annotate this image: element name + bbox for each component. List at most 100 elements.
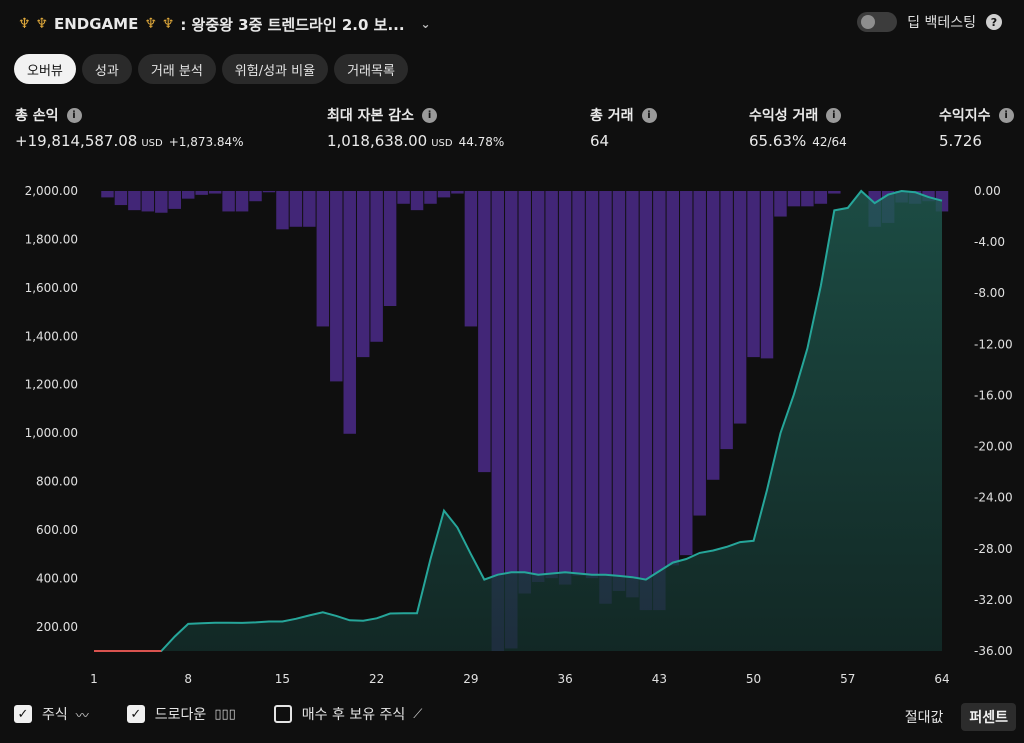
right-axis-ticks: 0.00 -4.00 -8.00 -12.00 -16.00 -20.00 -24.00 -2… xyxy=(974,184,1013,658)
right-axis-tick-label: -4.00 xyxy=(974,235,1005,249)
x-axis-tick-label: 8 xyxy=(184,672,192,686)
stat-label: 수익지수 xyxy=(939,108,991,124)
drawdown-bar xyxy=(666,191,680,566)
tab-trade-analysis[interactable]: 거래 분석 xyxy=(137,54,216,84)
toggle-drawdown[interactable]: ✓ 드로다운 ▯▯▯ xyxy=(126,704,236,724)
checkbox-checked-icon[interactable]: ✓ xyxy=(14,705,32,723)
mode-percent[interactable]: 퍼센트 xyxy=(961,703,1016,731)
left-axis-tick-label: 1,000.00 xyxy=(25,426,78,440)
x-axis-tick-label: 57 xyxy=(840,672,855,686)
stat-profitable: 수익성 거래 i 65.63% 42/64 xyxy=(749,104,847,150)
chevron-down-icon[interactable]: ⌄ xyxy=(421,17,431,31)
drawdown-bar xyxy=(276,191,289,230)
right-axis-tick-label: -12.00 xyxy=(974,337,1013,351)
question-icon[interactable]: ? xyxy=(986,14,1002,30)
x-axis-tick-label: 43 xyxy=(652,672,667,686)
right-axis-tick-label: -16.00 xyxy=(974,388,1013,402)
info-icon[interactable]: i xyxy=(826,107,842,123)
deep-backtest-toggle[interactable] xyxy=(857,12,898,32)
drawdown-bar xyxy=(410,191,424,211)
tab-trade-list[interactable]: 거래목록 xyxy=(334,54,408,84)
drawdown-bar xyxy=(303,191,316,227)
left-axis-tick-label: 1,200.00 xyxy=(25,378,78,392)
drawdown-bar xyxy=(222,191,235,212)
line-chart-icon: 〰 xyxy=(75,708,89,724)
strategy-title[interactable]: ♆ ♆ ENDGAME ♆ ♆ : 왕중왕 3중 트렌드라인 2.0 보... … xyxy=(18,10,431,38)
left-axis-tick-label: 2,000.00 xyxy=(25,184,78,198)
drawdown-bar xyxy=(585,191,599,579)
drawdown-bar xyxy=(235,191,249,212)
drawdown-bar xyxy=(518,191,531,594)
left-axis-ticks: 2,000.00 1,800.00 1,600.00 1,400.00 1,200.00… xyxy=(25,184,78,634)
stat-total-trades: 총 거래 i 64 xyxy=(590,104,657,150)
left-axis-tick-label: 600.00 xyxy=(36,523,78,537)
left-axis-tick-label: 200.00 xyxy=(36,620,78,634)
drawdown-bar xyxy=(558,191,572,585)
drawdown-bar xyxy=(733,191,747,424)
deep-backtest-toggle-group: 딥 백테스팅 ? xyxy=(857,12,1002,32)
tab-risk-ratio[interactable]: 위험/성과 비율 xyxy=(221,54,329,84)
x-axis-tick-label: 15 xyxy=(275,672,290,686)
stat-ratio: 42/64 xyxy=(812,135,847,149)
drawdown-bar xyxy=(128,191,141,211)
toggle-equity[interactable]: ✓ 주식 〰 xyxy=(14,704,89,724)
drawdown-bar xyxy=(155,191,168,213)
x-axis-tick-label: 1 xyxy=(90,672,98,686)
tab-performance[interactable]: 성과 xyxy=(81,54,132,84)
left-axis-tick-label: 1,600.00 xyxy=(25,281,78,295)
drawdown-bar xyxy=(343,191,356,434)
right-axis-tick-label: -8.00 xyxy=(974,286,1005,300)
drawdown-bar xyxy=(114,191,128,206)
bar-chart-icon: ▯▯▯ xyxy=(214,706,236,722)
drawdown-bar xyxy=(141,191,155,212)
right-axis-tick-label: -28.00 xyxy=(974,542,1013,556)
drawdown-bar xyxy=(760,191,774,359)
toggle-buyhold-label: 매수 후 보유 주식 xyxy=(301,707,406,723)
series-toggles: ✓ 주식 〰 ✓ 드로다운 ▯▯▯ 매수 후 보유 주식 ⟋ xyxy=(14,704,460,724)
drawdown-bar xyxy=(451,191,464,194)
stat-label: 총 손익 xyxy=(15,108,59,124)
value-mode-switch: 절대값 퍼센트 xyxy=(897,703,1016,731)
trident-icon: ♆ ♆ xyxy=(144,16,175,32)
x-axis-tick-label: 36 xyxy=(557,672,572,686)
stat-max-drawdown: 최대 자본 감소 i 1,018,638.00 USD 44.78% xyxy=(327,104,504,150)
toggle-drawdown-label: 드로다운 xyxy=(154,707,207,723)
drawdown-bar xyxy=(316,191,330,327)
left-axis-tick-label: 1,400.00 xyxy=(25,329,78,343)
checkbox-checked-icon[interactable]: ✓ xyxy=(126,705,145,723)
stat-value: 65.63% xyxy=(749,132,807,150)
info-icon[interactable]: i xyxy=(998,107,1014,123)
drawdown-bar xyxy=(208,191,222,194)
drawdown-bar xyxy=(612,191,626,591)
right-axis-tick-label: -36.00 xyxy=(974,644,1013,658)
checkbox-unchecked-icon[interactable] xyxy=(273,705,292,723)
right-axis-tick-label: -24.00 xyxy=(974,491,1013,505)
drawdown-bar xyxy=(437,191,451,198)
tab-bar: 오버뷰 성과 거래 분석 위험/성과 비율 거래목록 xyxy=(14,54,408,84)
info-icon[interactable]: i xyxy=(422,107,438,123)
drawdown-bar xyxy=(249,191,262,202)
drawdown-bar xyxy=(356,191,370,358)
drawdown-bar xyxy=(383,191,397,306)
info-icon[interactable]: i xyxy=(66,107,82,123)
mode-absolute[interactable]: 절대값 xyxy=(897,703,952,731)
x-axis-tick-label: 22 xyxy=(369,672,384,686)
x-axis-tick-label: 50 xyxy=(746,672,761,686)
equity-area-fill xyxy=(94,191,942,651)
tab-overview[interactable]: 오버뷰 xyxy=(14,54,76,84)
drawdown-bar xyxy=(289,191,303,227)
toggle-knob xyxy=(861,15,876,29)
deep-backtest-label: 딥 백테스팅 xyxy=(907,15,976,31)
equity-drawdown-chart[interactable]: 2,000.00 1,800.00 1,600.00 1,400.00 1,200.00… xyxy=(0,170,1024,690)
strategy-suffix: : 왕중왕 3중 트렌드라인 2.0 보... xyxy=(180,15,405,34)
stat-profit-factor: 수익지수 i 5.726 xyxy=(939,104,1014,150)
x-axis-tick-label: 64 xyxy=(934,672,949,686)
toggle-buyhold[interactable]: 매수 후 보유 주식 ⟋ xyxy=(273,704,422,724)
stat-net-profit: 총 손익 i +19,814,587.08 USD +1,873.84% xyxy=(15,104,244,150)
info-icon[interactable]: i xyxy=(641,107,657,123)
equity-area xyxy=(94,189,943,652)
drawdown-bar xyxy=(195,191,208,195)
drawdown-bar xyxy=(787,191,801,207)
drawdown-bar xyxy=(330,191,343,382)
stat-value: 1,018,638.00 xyxy=(327,132,428,150)
